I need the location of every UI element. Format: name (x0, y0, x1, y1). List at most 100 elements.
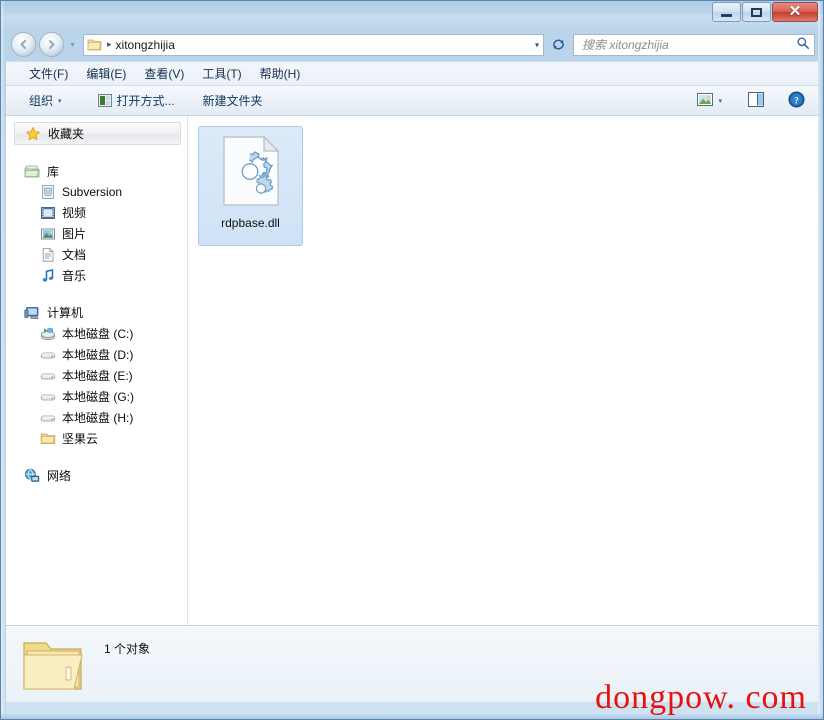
menu-item-help[interactable]: 帮助(H) (251, 62, 310, 85)
file-name-label: rdpbase.dll (221, 216, 280, 230)
explorer-window: ✕ ▾ ▸ xitongzhijia ▾ 搜索 xitongzhijia 文件(… (0, 0, 824, 720)
library-icon (24, 164, 40, 180)
folder-icon (87, 38, 102, 52)
search-input[interactable]: 搜索 xitongzhijia (573, 33, 815, 56)
search-icon[interactable] (796, 36, 810, 53)
sidebar-group-computer: 计算机 本地磁盘 (C:) 本地磁盘 (D:) 本地磁盘 (E:) 本地磁盘 (… (6, 302, 187, 449)
sidebar-item-label: 收藏夹 (48, 127, 85, 141)
maximize-button[interactable] (742, 2, 771, 22)
sidebar-item-label: 坚果云 (62, 432, 99, 446)
star-icon (25, 126, 41, 142)
sidebar-item-library[interactable]: 库 (6, 161, 187, 182)
menu-item-tools[interactable]: 工具(T) (193, 62, 250, 85)
sidebar-group-network: 网络 (6, 465, 187, 486)
file-item-rdpbase-dll[interactable]: rdpbase.dll (198, 126, 303, 246)
sidebar-item-label: 图片 (62, 227, 87, 241)
sidebar-item-label: Subversion (62, 185, 123, 199)
back-arrow-icon (20, 40, 26, 49)
sidebar-item-computer[interactable]: 计算机 (6, 302, 187, 323)
view-mode-icon (697, 92, 714, 110)
sidebar-item-drive-d[interactable]: 本地磁盘 (D:) (6, 344, 187, 365)
sidebar-item-label: 计算机 (47, 306, 84, 320)
svg-text:?: ? (794, 96, 799, 106)
minimize-icon (721, 14, 732, 17)
sidebar-item-videos[interactable]: 视频 (6, 202, 187, 223)
open-with-button[interactable]: 打开方式... (91, 89, 182, 112)
sidebar-item-documents[interactable]: 文档 (6, 244, 187, 265)
command-bar: 组织 ▾ 打开方式... 新建文件夹 ▾ ? (6, 86, 818, 116)
sidebar-item-label: 库 (47, 165, 60, 179)
video-icon (40, 205, 56, 221)
sidebar-item-nutstore[interactable]: 坚果云 (6, 428, 187, 449)
sidebar-item-pictures[interactable]: 图片 (6, 223, 187, 244)
sidebar-item-label: 本地磁盘 (H:) (62, 411, 134, 425)
chevron-down-icon: ▾ (58, 97, 62, 105)
subversion-icon (40, 184, 56, 200)
breadcrumb-separator: ▸ (107, 39, 112, 49)
folder-icon (40, 431, 56, 447)
organize-label: 组织 (29, 94, 54, 108)
title-bar: ✕ (1, 1, 823, 28)
sidebar-item-label: 本地磁盘 (D:) (62, 348, 134, 362)
view-mode-button[interactable]: ▾ (690, 89, 729, 113)
sidebar-item-favorites[interactable]: 收藏夹 (14, 122, 181, 145)
back-button[interactable] (11, 32, 36, 57)
new-folder-button[interactable]: 新建文件夹 (196, 89, 270, 112)
minimize-button[interactable] (712, 2, 741, 22)
close-icon: ✕ (788, 3, 802, 20)
breadcrumb-path[interactable]: xitongzhijia (116, 38, 175, 52)
sidebar-item-drive-e[interactable]: 本地磁盘 (E:) (6, 365, 187, 386)
sidebar-item-label: 视频 (62, 206, 87, 220)
menu-item-view[interactable]: 查看(V) (135, 62, 193, 85)
sidebar-item-drive-h[interactable]: 本地磁盘 (H:) (6, 407, 187, 428)
sidebar-item-label: 音乐 (62, 269, 87, 283)
details-pane: 1 个对象 (6, 626, 818, 702)
menu-item-file[interactable]: 文件(F) (20, 62, 77, 85)
address-dropdown-icon[interactable]: ▾ (535, 40, 539, 49)
preview-pane-button[interactable] (741, 89, 771, 113)
sidebar-item-drive-c[interactable]: 本地磁盘 (C:) (6, 323, 187, 344)
close-button[interactable]: ✕ (772, 2, 818, 22)
window-controls: ✕ (711, 2, 818, 22)
forward-button[interactable] (39, 32, 64, 57)
documents-icon (40, 247, 56, 263)
preview-pane-icon (748, 91, 764, 110)
open-with-label: 打开方式... (116, 94, 175, 108)
help-button[interactable]: ? (781, 88, 812, 114)
menu-item-edit[interactable]: 编辑(E) (77, 62, 135, 85)
window-border-left (1, 1, 6, 719)
history-dropdown-button[interactable]: ▾ (66, 40, 79, 49)
main-body: 收藏夹 库 Subversion 视频 图片 文档 音乐 计算机 本地磁盘 (C… (6, 116, 818, 626)
address-bar[interactable]: ▸ xitongzhijia ▾ (83, 33, 544, 56)
music-icon (40, 268, 56, 284)
sidebar-group-library: 库 Subversion 视频 图片 文档 音乐 (6, 161, 187, 286)
sidebar-item-label: 本地磁盘 (C:) (62, 327, 134, 341)
window-border-right (818, 1, 823, 719)
navigation-pane[interactable]: 收藏夹 库 Subversion 视频 图片 文档 音乐 计算机 本地磁盘 (C… (6, 116, 188, 625)
drive-icon (40, 410, 56, 426)
window-border-bottom (1, 714, 823, 719)
sidebar-item-drive-g[interactable]: 本地磁盘 (G:) (6, 386, 187, 407)
chevron-down-icon: ▾ (718, 97, 722, 105)
computer-icon (24, 305, 40, 321)
address-row: ▾ ▸ xitongzhijia ▾ 搜索 xitongzhijia (1, 28, 823, 61)
status-text: 1 个对象 (104, 642, 151, 656)
refresh-button[interactable] (547, 34, 569, 56)
system-drive-icon (40, 326, 56, 342)
sidebar-item-label: 网络 (47, 469, 72, 483)
sidebar-item-music[interactable]: 音乐 (6, 265, 187, 286)
drive-icon (40, 389, 56, 405)
file-grid: rdpbase.dll (198, 126, 818, 246)
sidebar-item-label: 本地磁盘 (E:) (62, 369, 133, 383)
forward-arrow-icon (49, 40, 55, 49)
menu-bar: 文件(F) 编辑(E) 查看(V) 工具(T) 帮助(H) (6, 61, 818, 86)
network-icon (24, 468, 40, 484)
organize-button[interactable]: 组织 ▾ (22, 89, 69, 112)
folder-open-icon (20, 637, 86, 698)
sidebar-item-subversion[interactable]: Subversion (6, 182, 187, 202)
dll-gear-icon (220, 135, 282, 210)
sidebar-item-label: 文档 (62, 248, 87, 262)
search-placeholder: 搜索 xitongzhijia (582, 38, 669, 52)
sidebar-item-network[interactable]: 网络 (6, 465, 187, 486)
file-list-pane[interactable]: rdpbase.dll (188, 116, 818, 625)
